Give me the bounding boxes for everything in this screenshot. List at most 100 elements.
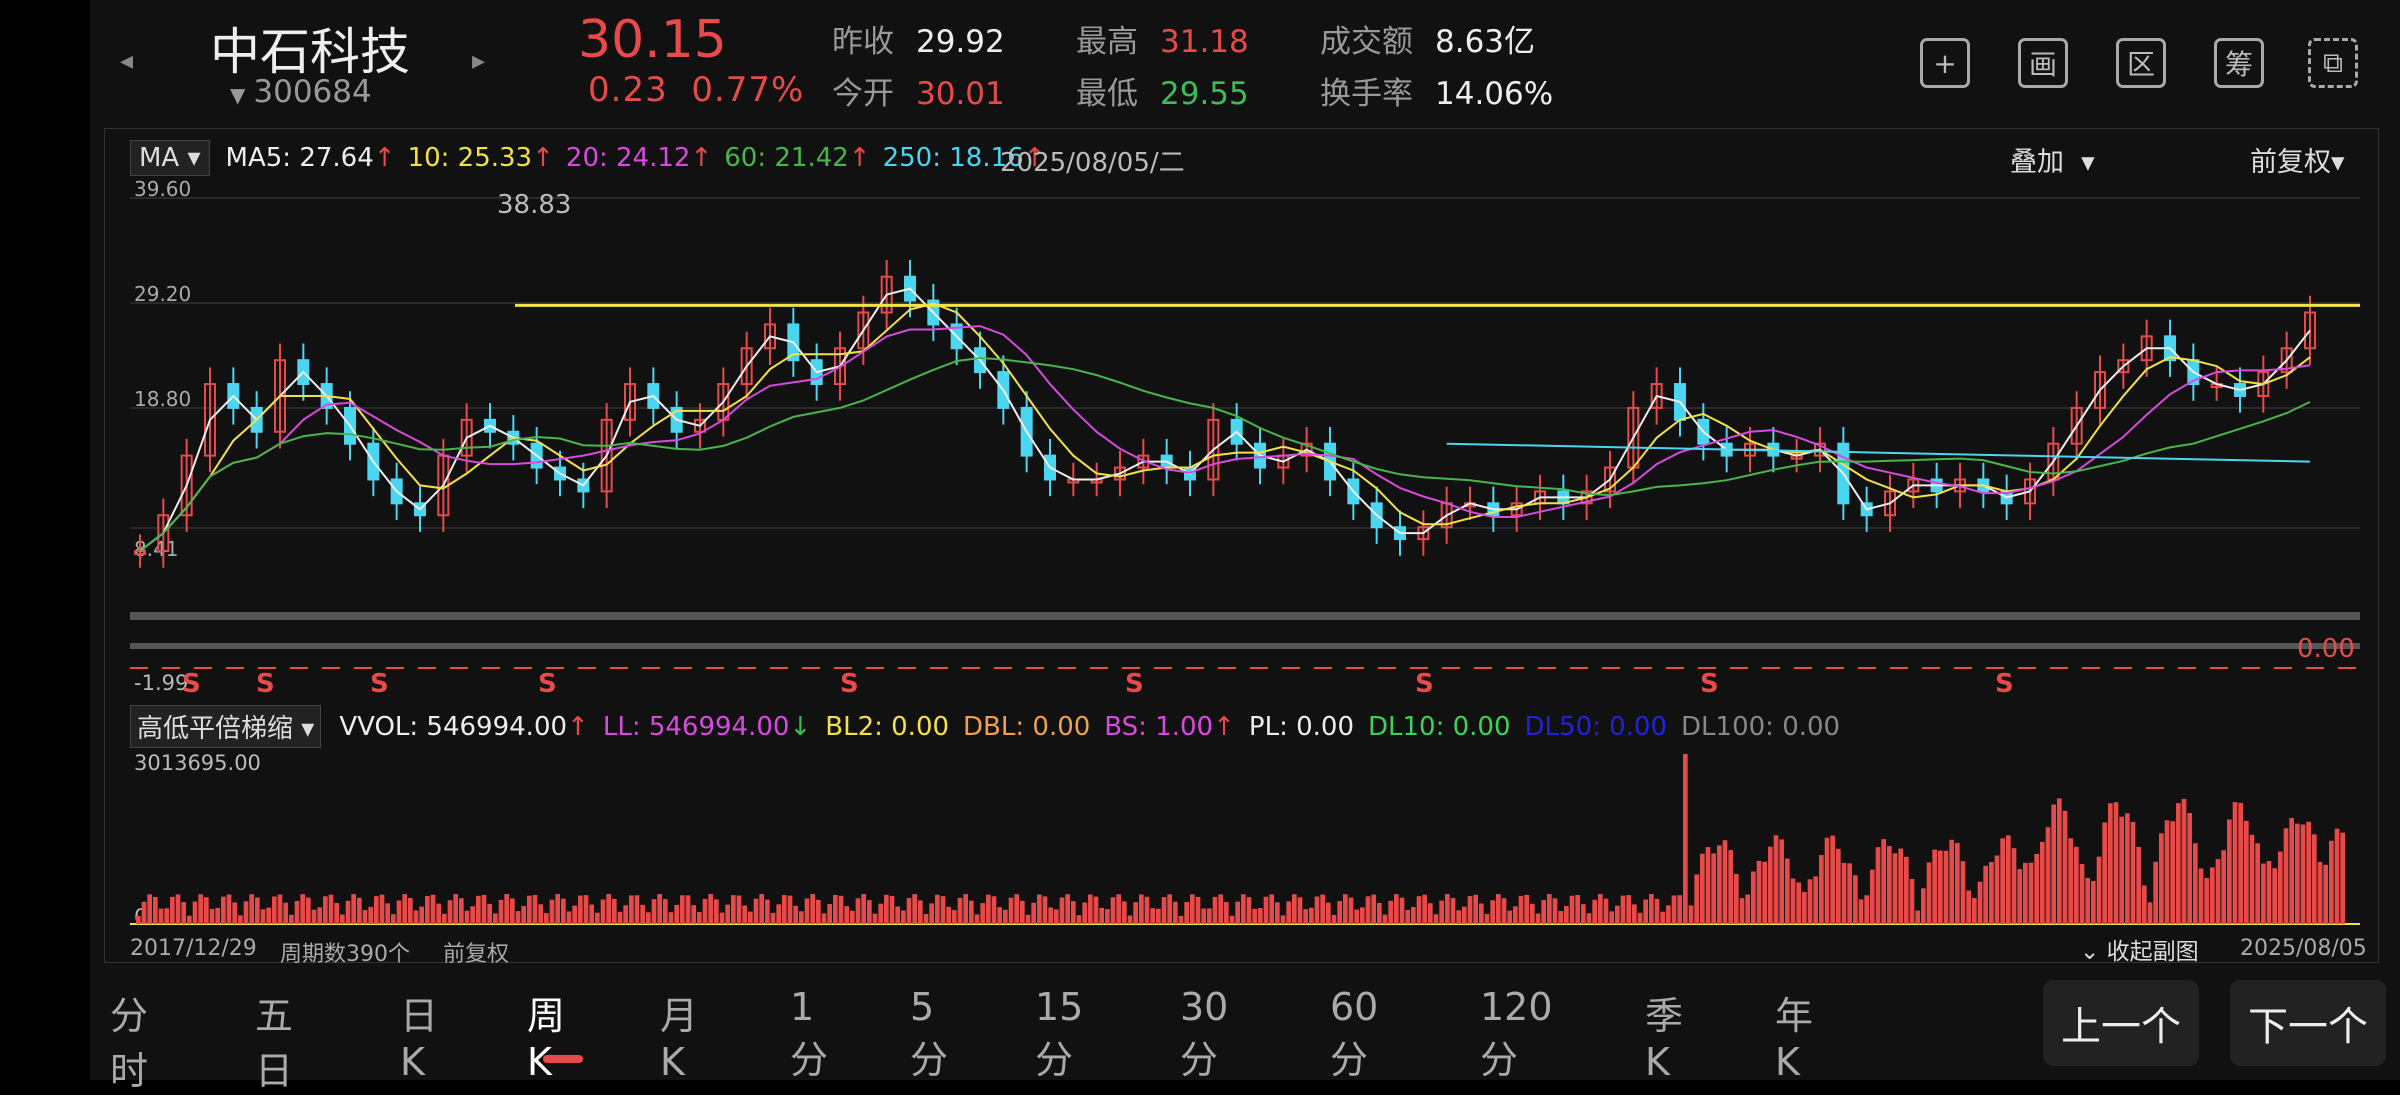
indicator-selector[interactable]: 高低平倍梯缩 ▾ — [130, 705, 322, 748]
sell-signal: S — [256, 669, 275, 699]
ma10-line — [139, 302, 2311, 552]
volume-bar — [1156, 908, 1161, 924]
volume-bar — [532, 895, 538, 924]
tab-intraday[interactable]: 分时 — [110, 985, 148, 1095]
volume-bar — [1824, 837, 1830, 924]
volume-bar — [838, 895, 844, 924]
volume-bar — [2074, 846, 2079, 924]
volume-bar — [1399, 897, 1405, 924]
volume-bar — [2215, 859, 2221, 924]
tab-15min[interactable]: 15分 — [1035, 985, 1083, 1084]
next-item-button[interactable]: 下一个 — [2230, 980, 2386, 1066]
volume-bar — [1416, 896, 1422, 924]
tab-yearly[interactable]: 年K — [1775, 985, 1813, 1084]
volume-bar — [821, 913, 827, 924]
volume-bar — [2210, 867, 2215, 924]
volume-bar — [510, 898, 515, 924]
volume-bar — [2153, 861, 2158, 924]
volume-bar — [816, 899, 821, 924]
volume-bar — [504, 894, 509, 924]
volume-bar — [1875, 847, 1881, 924]
volume-bar — [1626, 895, 1631, 924]
tab-quarterly[interactable]: 季K — [1645, 985, 1683, 1084]
tab-monthly[interactable]: 月K — [660, 985, 698, 1084]
volume-bar — [940, 896, 946, 924]
volume-bar — [1603, 898, 1609, 924]
volume-bar — [181, 902, 186, 924]
volume-bar — [952, 910, 957, 924]
volume-bar — [1099, 907, 1104, 924]
volume-bar — [1161, 897, 1167, 924]
volume-bar — [1892, 853, 1898, 924]
volume-bar — [1490, 900, 1495, 924]
volume-bar — [1014, 894, 1019, 924]
volume-bar — [991, 896, 997, 924]
volume-bar — [2113, 802, 2119, 924]
volume-bar — [1252, 908, 1257, 924]
volume-bar — [527, 895, 532, 924]
prev-item-button[interactable]: 上一个 — [2043, 980, 2199, 1066]
volume-bar — [2221, 850, 2226, 924]
volume-bar — [1354, 909, 1359, 924]
volume-bar — [606, 894, 611, 924]
volume-bar — [680, 895, 685, 924]
tab-5day[interactable]: 五日 — [255, 985, 293, 1095]
volume-bar — [266, 907, 271, 924]
volume-bar — [1122, 901, 1127, 924]
volume-bar — [2249, 834, 2255, 924]
volume-bar — [453, 894, 458, 924]
sell-signal: S — [1700, 669, 1719, 699]
volume-bar — [2045, 827, 2051, 924]
volume-bar — [311, 909, 317, 924]
volume-bar — [323, 896, 328, 924]
tab-daily[interactable]: 日K — [400, 985, 438, 1084]
volume-bar — [1756, 860, 1762, 924]
end-date: 2025/08/05 — [2240, 936, 2367, 961]
volume-bar — [702, 898, 708, 924]
volume-bar — [1110, 897, 1116, 924]
volume-bar — [833, 894, 838, 924]
volume-bar — [1326, 902, 1331, 924]
kline-chart[interactable]: 39.6029.2018.808.4138.830.00-1.99S S S S S S S… — [90, 0, 2400, 1080]
volume-bar — [2136, 846, 2141, 924]
volume-bar — [187, 915, 192, 924]
tab-5min[interactable]: 5分 — [910, 985, 948, 1084]
volume-bar — [2068, 838, 2073, 924]
volume-bar — [1224, 902, 1229, 924]
volume-bar — [1994, 855, 2000, 924]
tab-weekly[interactable]: 周K — [527, 985, 565, 1084]
tab-1min[interactable]: 1分 — [790, 985, 828, 1084]
tab-60min[interactable]: 60分 — [1330, 985, 1378, 1084]
volume-bar — [1790, 878, 1796, 924]
volume-bar — [646, 912, 651, 924]
volume-bar — [2278, 851, 2283, 924]
tab-30min[interactable]: 30分 — [1180, 985, 1228, 1084]
volume-bar — [1807, 879, 1813, 924]
volume-bar — [1677, 895, 1682, 924]
volume-bar — [1105, 909, 1110, 924]
volume-bar — [1207, 908, 1212, 924]
volume-bar — [1547, 894, 1552, 924]
volume-bar — [1620, 895, 1626, 924]
volume-bar — [260, 909, 266, 924]
tab-120min[interactable]: 120分 — [1480, 985, 1553, 1084]
volume-bar — [1734, 873, 1739, 924]
period-count: 周期数390个 — [280, 942, 410, 967]
volume-bar — [1632, 904, 1637, 924]
volume-bar — [1445, 894, 1450, 924]
volume-bar — [204, 897, 209, 924]
volume-bar — [1513, 906, 1518, 924]
volume-bar — [1025, 914, 1031, 924]
volume-bar — [1960, 861, 1966, 924]
volume-bar — [1762, 861, 1767, 924]
volume-bar — [1898, 848, 1903, 924]
collapse-subchart-button[interactable]: ⌄ 收起副图 — [2080, 932, 2199, 966]
volume-bar — [1909, 878, 1915, 924]
volume-bar — [1167, 894, 1172, 924]
collapse-label: 收起副图 — [2106, 939, 2199, 965]
volume-bar — [317, 907, 322, 924]
volume-bar — [334, 902, 339, 924]
volume-bar — [136, 916, 141, 924]
volume-bar — [1609, 911, 1614, 924]
volume-bar — [1054, 909, 1059, 924]
